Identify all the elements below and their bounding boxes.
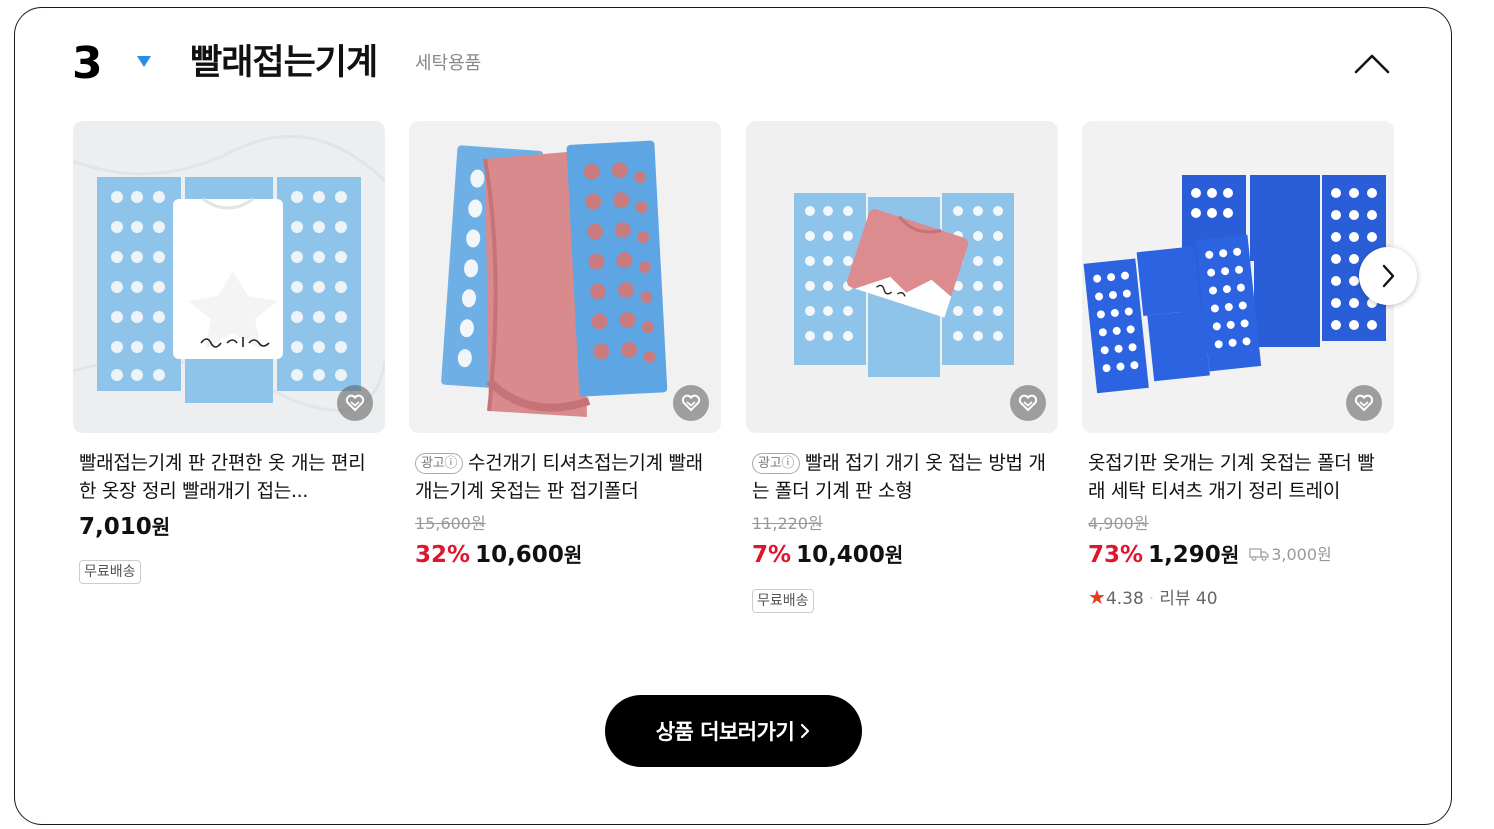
keyword-title[interactable]: 빨래접는기계 — [190, 38, 378, 88]
discount-rate: 7% — [752, 542, 792, 568]
sale-price: 10,600 — [475, 542, 564, 568]
discount-rate: 32% — [415, 542, 471, 568]
product-image[interactable] — [1082, 121, 1394, 433]
heart-icon — [681, 394, 701, 412]
ad-badge[interactable]: 광고ⓘ — [752, 453, 801, 474]
product-card[interactable]: 옷접기판 옷개는 기계 옷접는 폴더 빨래 세탁 티셔츠 개기 정리 트레이 4… — [1082, 121, 1394, 621]
price-row: 7,010원 — [79, 512, 170, 542]
shipping-fee-text: 3,000원 — [1271, 545, 1332, 564]
free-shipping-badge: 무료배송 — [752, 589, 814, 613]
heart-icon — [345, 394, 365, 412]
rating-score: 4.38 — [1105, 589, 1144, 609]
price-row: 7% 10,400원 — [752, 540, 903, 570]
won-unit: 원 — [151, 515, 171, 539]
shipping-fee: 3,000원 — [1249, 545, 1332, 564]
review-label: 리뷰 — [1159, 589, 1191, 609]
collapse-button[interactable] — [1350, 46, 1394, 82]
chevron-right-icon — [801, 723, 810, 739]
product-title-text: 옷접기판 옷개는 기계 옷접는 폴더 빨래 세탁 티셔츠 개기 정리 트레이 — [1088, 452, 1375, 502]
product-carousel: 빨래접는기계 판 간편한 옷 개는 편리한 옷장 정리 빨래개기 접는... 7… — [73, 121, 1395, 621]
product-title[interactable]: 옷접기판 옷개는 기계 옷접는 폴더 빨래 세탁 티셔츠 개기 정리 트레이 — [1088, 449, 1388, 505]
more-products-button[interactable]: 상품 더보러가기 — [605, 695, 862, 767]
product-card[interactable]: 빨래접는기계 판 간편한 옷 개는 편리한 옷장 정리 빨래개기 접는... 7… — [73, 121, 385, 621]
won-unit: 원 — [884, 543, 904, 567]
category-label: 세탁용품 — [415, 53, 482, 74]
won-unit: 원 — [1220, 543, 1240, 567]
heart-icon — [1354, 394, 1374, 412]
carousel-next-button[interactable] — [1359, 247, 1417, 305]
product-card[interactable]: 광고ⓘ 수건개기 티셔츠접는기계 빨래개는기계 옷접는 판 접기폴더 15,600… — [409, 121, 721, 621]
price-row: 73% 1,290원 3,000원 — [1088, 540, 1332, 570]
wish-button[interactable] — [1010, 385, 1046, 421]
product-title[interactable]: 광고ⓘ 수건개기 티셔츠접는기계 빨래개는기계 옷접는 판 접기폴더 — [415, 449, 715, 505]
chevron-up-icon — [1354, 54, 1390, 74]
original-price: 4,900원 — [1088, 514, 1149, 533]
truck-icon — [1249, 548, 1269, 561]
original-price: 15,600원 — [415, 514, 486, 533]
product-image[interactable] — [409, 121, 721, 433]
wish-button[interactable] — [673, 385, 709, 421]
wish-button[interactable] — [1346, 385, 1382, 421]
product-title-text: 빨래접는기계 판 간편한 옷 개는 편리한 옷장 정리 빨래개기 접는... — [79, 452, 366, 502]
wish-button[interactable] — [337, 385, 373, 421]
original-price: 11,220원 — [752, 514, 823, 533]
sale-price: 1,290 — [1148, 542, 1221, 568]
product-image[interactable] — [746, 121, 1058, 433]
ad-badge[interactable]: 광고ⓘ — [415, 453, 464, 474]
separator-dot: · — [1148, 589, 1155, 609]
product-title[interactable]: 빨래접는기계 판 간편한 옷 개는 편리한 옷장 정리 빨래개기 접는... — [79, 449, 379, 505]
product-title[interactable]: 광고ⓘ 빨래 접기 개기 옷 접는 방법 개는 폴더 기계 판 소형 — [752, 449, 1052, 505]
rank-number: 3 — [72, 38, 103, 89]
won-unit: 원 — [563, 543, 583, 567]
rating-row: ★4.38 · 리뷰 40 — [1088, 585, 1218, 611]
star-icon: ★ — [1088, 585, 1106, 609]
sale-price: 10,400 — [796, 542, 885, 568]
more-products-label: 상품 더보러가기 — [655, 720, 795, 744]
sale-price: 7,010 — [79, 514, 152, 540]
heart-icon — [1018, 394, 1038, 412]
chevron-right-icon — [1382, 264, 1395, 288]
triangle-down-icon — [137, 56, 151, 67]
discount-rate: 73% — [1088, 542, 1144, 568]
price-row: 32% 10,600원 — [415, 540, 582, 570]
review-count: 40 — [1195, 589, 1218, 609]
product-image[interactable] — [73, 121, 385, 433]
product-card[interactable]: 광고ⓘ 빨래 접기 개기 옷 접는 방법 개는 폴더 기계 판 소형 11,220… — [746, 121, 1058, 621]
free-shipping-badge: 무료배송 — [79, 560, 141, 584]
